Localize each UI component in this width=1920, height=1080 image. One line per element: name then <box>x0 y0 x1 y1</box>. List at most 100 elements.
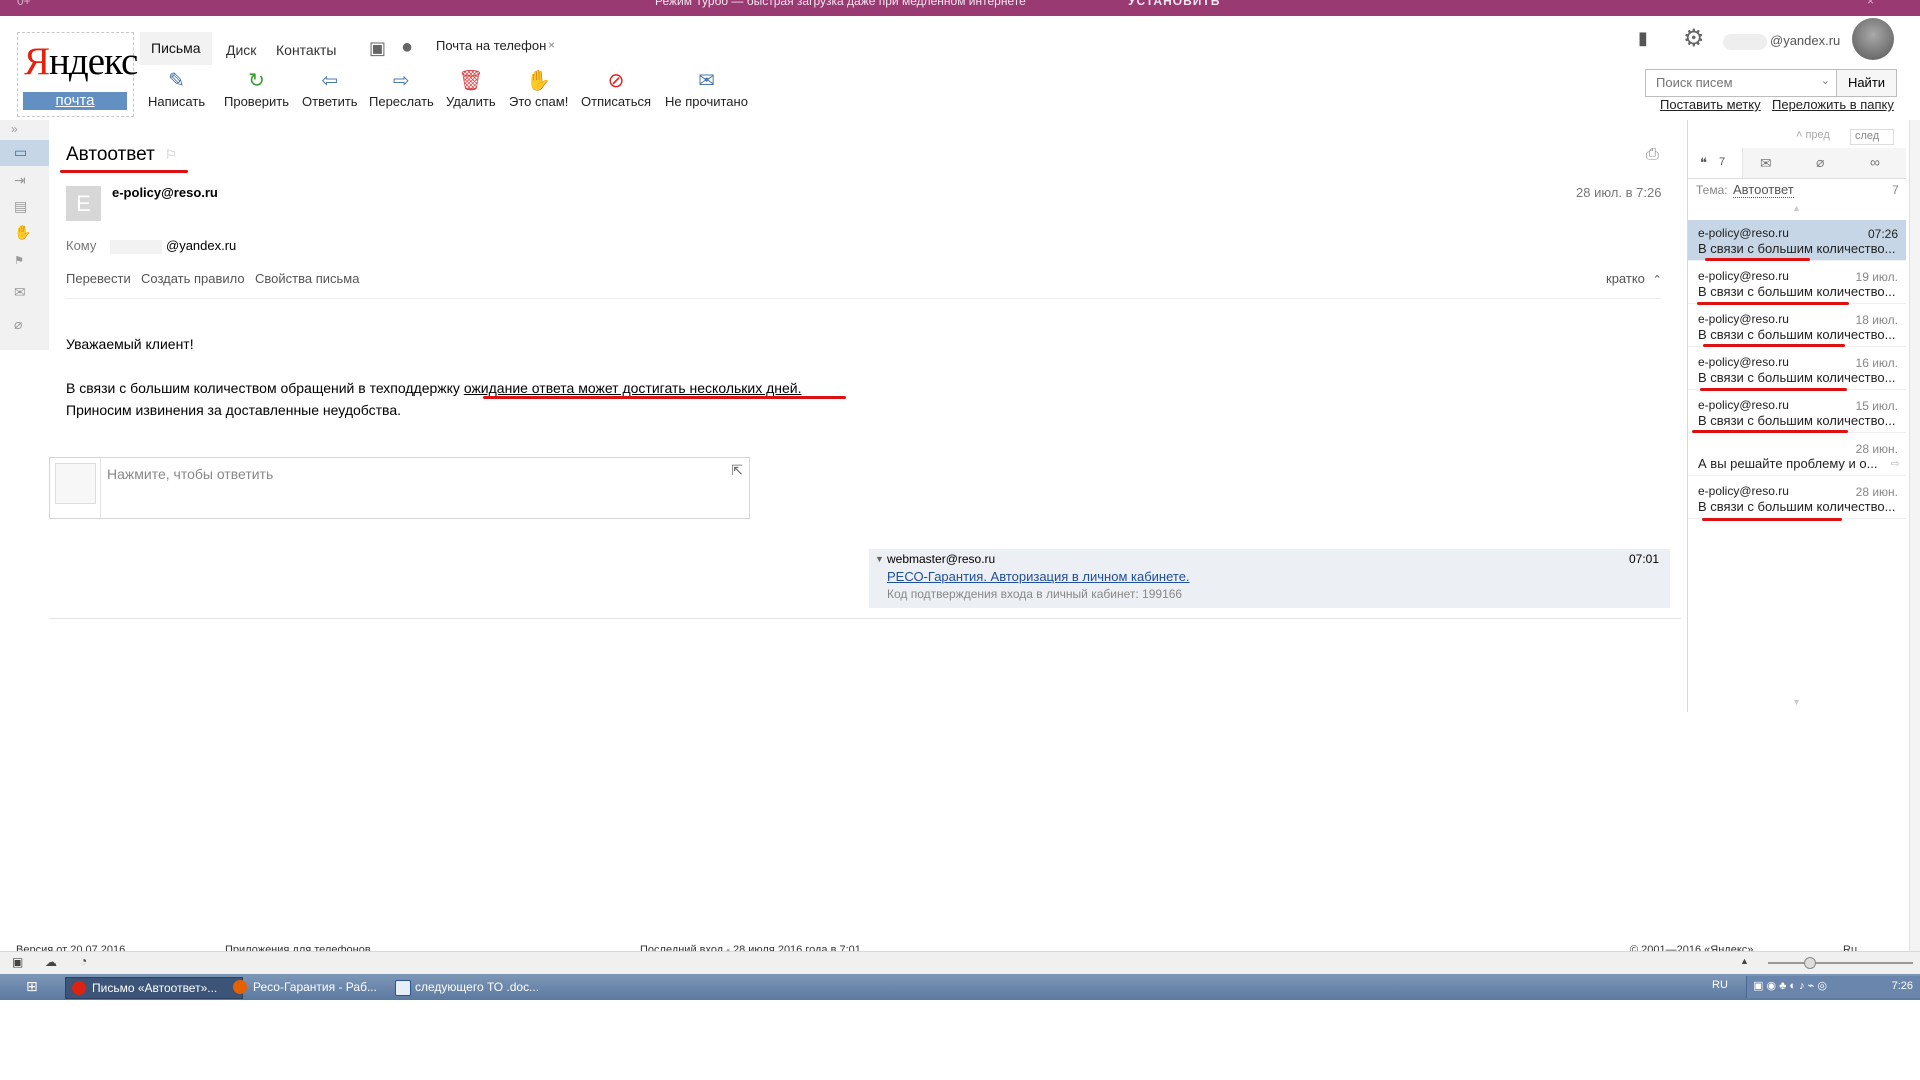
theme-icon[interactable]: ▮ <box>1638 28 1648 49</box>
underlined-phrase: ожидание ответа может достигать нескольк… <box>463 380 802 396</box>
spam-folder-icon[interactable]: ✋ <box>14 224 31 241</box>
thread-item[interactable]: 28 июн. А вы решайте проблему и о... ⇨ <box>1688 435 1906 476</box>
user-email[interactable]: @yandex.ru <box>1770 33 1840 48</box>
message-properties-link[interactable]: Свойства письма <box>255 271 359 286</box>
settings-gear-icon[interactable]: ⚙ <box>1683 24 1705 53</box>
print-icon[interactable]: ⎙ <box>1646 146 1659 164</box>
unsubscribe-button[interactable]: ⊘ Отписаться <box>581 70 651 109</box>
speed-icon[interactable]: ◔ <box>80 954 87 968</box>
search-button[interactable]: Найти <box>1836 69 1897 97</box>
cloud-icon[interactable]: ☁ <box>45 955 57 969</box>
thread-item[interactable]: e-policy@reso.ru 18 июл. В связи с больш… <box>1688 306 1906 347</box>
page-scrollbar[interactable] <box>1909 120 1920 951</box>
search-input[interactable] <box>1646 70 1816 94</box>
tab-attachments-icon[interactable]: ⌀ <box>1816 154 1824 171</box>
unread-icon[interactable]: ✉ <box>14 284 26 301</box>
tab-conversation[interactable]: ❝ 7 <box>1688 148 1743 178</box>
delete-button[interactable]: 🗑 Удалить <box>446 70 496 109</box>
task-word[interactable]: следующего ТО .doc... <box>389 977 565 997</box>
yandex-mail-logo[interactable]: Яндекс почта <box>17 32 138 117</box>
panel-icon[interactable]: ▣ <box>12 955 23 969</box>
zoom-up-icon[interactable]: ▲ <box>1740 956 1749 966</box>
inbox-icon[interactable]: ▭ <box>14 144 27 161</box>
apple-icon[interactable]: ● <box>401 36 413 59</box>
create-rule-link[interactable]: Создать правило <box>141 271 245 286</box>
thread-item[interactable]: e-policy@reso.ru 19 июл. В связи с больш… <box>1688 263 1906 304</box>
related-subject-link[interactable]: РЕСО-Гарантия. Авторизация в личном каби… <box>887 569 1190 584</box>
topic-label: Тема: <box>1696 183 1728 197</box>
translate-link[interactable]: Перевести <box>66 271 131 286</box>
message-body-line2: Приносим извинения за доставленные неудо… <box>66 402 402 418</box>
zoom-slider[interactable] <box>1768 957 1913 969</box>
expand-reply-icon[interactable]: ⇱ <box>731 462 743 479</box>
thread-item[interactable]: e-policy@reso.ru 16 июл. В связи с больш… <box>1688 349 1906 390</box>
compose-button[interactable]: ✎ Написать <box>148 70 205 109</box>
tab-letters-icon[interactable]: ✉ <box>1760 155 1772 172</box>
quick-reply-box[interactable]: Нажмите, чтобы ответить ⇱ <box>49 457 750 519</box>
task-firefox[interactable]: Ресо-Гарантия - Раб... <box>227 977 403 997</box>
conversation-count: 7 <box>1719 156 1726 168</box>
clock: 7:26 <box>1891 980 1913 992</box>
sent-icon[interactable]: ⇥ <box>14 172 26 189</box>
tray-icons[interactable]: ▣ ◉ ♣ ◐ ♪ ⌁ ◎ <box>1753 979 1827 992</box>
expand-icon[interactable]: » <box>11 122 18 136</box>
install-link[interactable]: УСТАНОВИТЬ <box>1128 0 1220 7</box>
reply-avatar <box>55 463 96 504</box>
mail-on-phone-link[interactable]: Почта на телефон <box>436 38 546 53</box>
move-to-folder-link[interactable]: Переложить в папку <box>1772 97 1894 112</box>
task-opera-active[interactable]: Письмо «Автоответ»... <box>65 977 243 999</box>
thread-item[interactable]: e-policy@reso.ru 07:26 В связи с большим… <box>1688 220 1906 261</box>
close-phone-promo-icon[interactable]: × <box>548 38 555 52</box>
set-label-link[interactable]: Поставить метку <box>1660 97 1761 112</box>
thread-item[interactable]: e-policy@reso.ru 15 июл. В связи с больш… <box>1688 392 1906 433</box>
tab-disk[interactable]: Диск <box>226 42 256 58</box>
paperclip-icon[interactable]: ⌀ <box>14 316 22 333</box>
flag-outline-icon[interactable]: ⚐ <box>165 147 177 163</box>
flag-icon[interactable]: ⚑ <box>14 254 24 267</box>
prev-thread-button[interactable]: ˄ пред <box>1796 129 1830 141</box>
tab-links-icon[interactable]: ∞ <box>1870 154 1880 170</box>
mark-unread-button[interactable]: ✉ Не прочитано <box>665 70 748 109</box>
thread-tabs: ❝ 7 ✉ ⌀ ∞ <box>1688 148 1906 179</box>
sender-avatar: E <box>66 186 101 221</box>
greeting: Уважаемый клиент! <box>66 336 194 352</box>
check-mail-button[interactable]: ↻ Проверить <box>224 70 289 109</box>
start-icon[interactable]: ⊞ <box>26 978 38 995</box>
envelope-icon: ✉ <box>698 70 715 92</box>
close-promo-icon[interactable]: × <box>1867 0 1874 7</box>
promo-text: Режим Турбо — быстрая загрузка даже при … <box>655 0 1026 8</box>
message-panel <box>49 120 1681 619</box>
input-language[interactable]: RU <box>1712 979 1728 991</box>
tab-letters[interactable]: Письма <box>140 32 212 65</box>
chevron-down-icon[interactable]: ⌄ <box>1821 74 1830 87</box>
mail-service-label[interactable]: почта <box>23 92 127 110</box>
trash-icon: 🗑 <box>458 70 484 92</box>
scroll-up-triangle-icon[interactable]: ▲ <box>1792 203 1801 213</box>
collapse-triangle-icon[interactable]: ▼ <box>875 554 884 564</box>
avatar[interactable] <box>1852 18 1894 60</box>
topic-count: 7 <box>1892 183 1899 197</box>
recipient-email[interactable]: @yandex.ru <box>166 238 236 253</box>
related-message-item[interactable]: ▼ webmaster@reso.ru 07:01 РЕСО-Гарантия.… <box>869 549 1670 608</box>
chevron-up-icon: ⌃ <box>1652 274 1662 286</box>
next-thread-button[interactable]: след <box>1850 129 1894 145</box>
scroll-down-triangle-icon[interactable]: ▼ <box>1792 697 1801 707</box>
topic-value[interactable]: Автоответ <box>1733 182 1794 198</box>
search-box[interactable]: ⌄ <box>1645 69 1837 97</box>
refresh-icon: ↻ <box>248 70 265 92</box>
browser-status-bar: ▣ ☁ ◔ ▲ <box>0 951 1920 974</box>
spam-button[interactable]: ✋ Это спам! <box>509 70 568 109</box>
brief-toggle[interactable]: кратко ⌃ <box>1606 271 1662 286</box>
related-time: 07:01 <box>1628 552 1659 566</box>
trash-folder-icon[interactable]: ▤ <box>14 198 27 215</box>
reply-button[interactable]: ⇦ Ответить <box>302 70 358 109</box>
block-icon: ⊘ <box>607 70 625 92</box>
firefox-icon <box>233 980 247 994</box>
sender-email[interactable]: e-policy@reso.ru <box>112 185 218 200</box>
related-snippet: Код подтверждения входа в личный кабинет… <box>887 587 1183 601</box>
android-icon[interactable]: ▣ <box>369 38 386 59</box>
thread-item[interactable]: e-policy@reso.ru 28 июн. В связи с больш… <box>1688 478 1906 519</box>
yandex-wordmark: Яндекс <box>24 40 138 83</box>
tab-contacts[interactable]: Контакты <box>276 42 336 58</box>
forward-button[interactable]: ⇨ Переслать <box>369 70 434 109</box>
